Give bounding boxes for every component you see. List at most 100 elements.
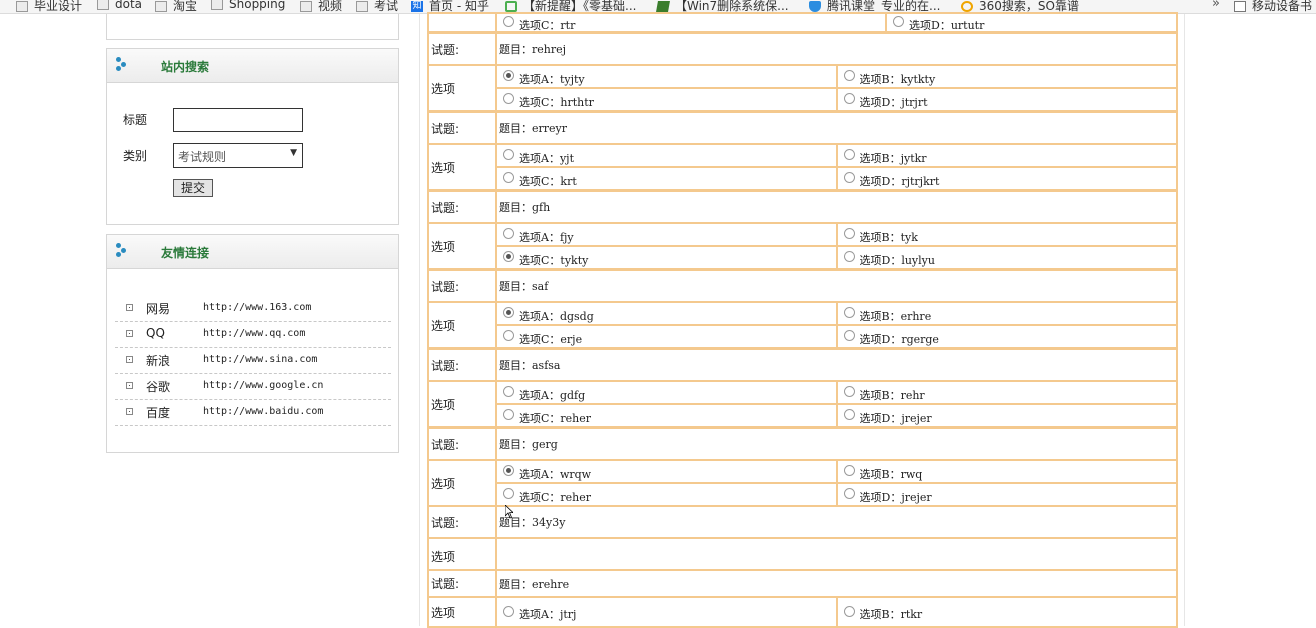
mobile-bookmarks-icon [1234, 1, 1246, 12]
title-input[interactable] [173, 108, 303, 132]
option-d[interactable]: 选项D：jrejer [835, 482, 1178, 507]
radio-a[interactable] [503, 228, 514, 239]
bookmarks-overflow-chevron-icon[interactable]: » [1212, 0, 1220, 11]
submit-button[interactable]: 提交 [173, 179, 213, 197]
radio-d[interactable] [843, 330, 855, 341]
bookmark-item[interactable]: 毕业设计 [16, 0, 82, 13]
link-item[interactable]: 新浪 http://www.sina.com [115, 348, 391, 374]
bookmark-item[interactable]: 淘宝 [155, 0, 197, 13]
question-label: 试题: [427, 190, 497, 224]
option-c[interactable]: 选项C：erje [495, 324, 838, 349]
question-label: 试题: [427, 269, 497, 303]
link-item[interactable]: 网易 http://www.163.com [115, 296, 391, 322]
previous-panel-fragment [106, 14, 399, 40]
option-d[interactable]: 选项D：jrejer [835, 403, 1178, 428]
radio-c[interactable] [503, 409, 514, 420]
link-item[interactable]: 谷歌 http://www.google.cn [115, 374, 391, 400]
option-d[interactable]: 选项D：rjtrjkrt [835, 166, 1178, 191]
radio-b[interactable] [843, 149, 855, 160]
radio-b[interactable] [843, 70, 855, 81]
question-block: 试题: 题目：erreyr 选项 选项A：yjt 选项B：jytkr 选项C：krt 选项D… [427, 111, 1178, 191]
radio-b[interactable] [843, 307, 855, 318]
dropdown-arrow-icon: ▼ [290, 148, 297, 158]
question-stem: 题目：erreyr [495, 111, 1178, 145]
question-stem: 题目：asfsa [495, 348, 1178, 382]
category-select[interactable]: 考试规则 ▼ [173, 143, 303, 168]
option-d[interactable]: 选项D：rgerge [835, 324, 1178, 349]
option-d[interactable]: 选项D：luylyu [835, 245, 1178, 270]
site-search-panel: 站内搜索 标题 类别 考试规则 ▼ 提交 [106, 48, 399, 225]
radio-c[interactable] [503, 488, 514, 499]
option-b[interactable]: 选项B：rwq [835, 459, 1178, 484]
folder-icon [16, 1, 28, 12]
radio-c[interactable] [503, 330, 514, 341]
option-c[interactable]: 选项C：rtr [495, 12, 887, 33]
radio-a[interactable] [503, 149, 514, 160]
bookmark-item[interactable]: Shopping [211, 0, 285, 13]
option-c[interactable]: 选项C：reher [495, 403, 838, 428]
option-c[interactable]: 选项C：hrthtr [495, 87, 838, 112]
link-item[interactable]: QQ http://www.qq.com [115, 322, 391, 348]
option-b[interactable]: 选项B：rtkr [835, 596, 1178, 628]
question-stem: 题目：rehrej [495, 32, 1178, 66]
bookmark-item[interactable]: dota [97, 0, 142, 13]
option-a[interactable]: 选项A：fjy [495, 222, 838, 247]
friendly-links-panel: 友情连接 网易 http://www.163.com QQ http://www.q… [106, 234, 399, 453]
option-b[interactable]: 选项B：jytkr [835, 143, 1178, 168]
option-a[interactable]: 选项A：jtrj [495, 596, 838, 628]
option-d[interactable]: 选项D：urtutr [885, 12, 1178, 33]
radio-d[interactable] [843, 251, 855, 262]
option-a[interactable]: 选项A：dgsdg [495, 301, 838, 326]
radio-c[interactable] [503, 251, 514, 262]
link-item[interactable]: 百度 http://www.baidu.com [115, 400, 391, 426]
options-label: 选项 [427, 596, 497, 628]
radio-c[interactable] [503, 172, 514, 183]
radio-d[interactable] [893, 16, 904, 27]
bookmark-item[interactable]: 考试 [356, 0, 398, 13]
option-b[interactable]: 选项B：kytkty [835, 64, 1178, 89]
question-stem: 题目：gfh [495, 190, 1178, 224]
question-block-tail-2: 试题: 题目：erehre 选项 选项A：jtrj 选项B：rtkr [427, 569, 1178, 628]
bookmark-item[interactable]: 视频 [300, 0, 342, 13]
folder-icon [300, 1, 312, 12]
radio-d[interactable] [843, 93, 855, 104]
options-label: 选项 [427, 380, 497, 428]
panel-header: 站内搜索 [107, 49, 398, 83]
radio-d[interactable] [843, 172, 855, 183]
option-a[interactable]: 选项A：wrqw [495, 459, 838, 484]
option-b[interactable]: 选项B：tyk [835, 222, 1178, 247]
radio-b[interactable] [843, 228, 855, 239]
radio-c[interactable] [503, 16, 514, 27]
radio-a[interactable] [503, 386, 514, 397]
bullet-icon [126, 356, 133, 363]
radio-b[interactable] [843, 605, 855, 617]
radio-d[interactable] [843, 409, 855, 420]
radio-b[interactable] [843, 386, 855, 397]
shield-icon [809, 1, 821, 12]
folder-icon [97, 0, 109, 10]
ring-icon [961, 1, 973, 12]
radio-d[interactable] [843, 488, 855, 499]
bullet-icon [126, 408, 133, 415]
mobile-bookmarks[interactable]: 移动设备书 [1234, 0, 1312, 13]
option-c[interactable]: 选项C：krt [495, 166, 838, 191]
options-label: 选项 [427, 143, 497, 191]
option-b[interactable]: 选项B：erhre [835, 301, 1178, 326]
radio-a[interactable] [503, 465, 514, 476]
option-a[interactable]: 选项A：yjt [495, 143, 838, 168]
option-a[interactable]: 选项A：gdfg [495, 380, 838, 405]
radio-a[interactable] [503, 307, 514, 318]
option-a[interactable]: 选项A：tyjty [495, 64, 838, 89]
exam-partial-top: 选项C：rtr 选项D：urtutr [427, 12, 1178, 33]
option-d[interactable]: 选项D：jtrjrt [835, 87, 1178, 112]
question-label: 试题: [427, 505, 497, 539]
radio-a[interactable] [503, 605, 514, 617]
radio-a[interactable] [503, 70, 514, 81]
option-c[interactable]: 选项C：reher [495, 482, 838, 507]
radio-c[interactable] [503, 93, 514, 104]
option-b[interactable]: 选项B：rehr [835, 380, 1178, 405]
question-block: 试题: 题目：rehrej 选项 选项A：tyjty 选项B：kytkty 选项C：hrt… [427, 32, 1178, 112]
question-label: 试题: [427, 348, 497, 382]
option-c[interactable]: 选项C：tykty [495, 245, 838, 270]
radio-b[interactable] [843, 465, 855, 476]
